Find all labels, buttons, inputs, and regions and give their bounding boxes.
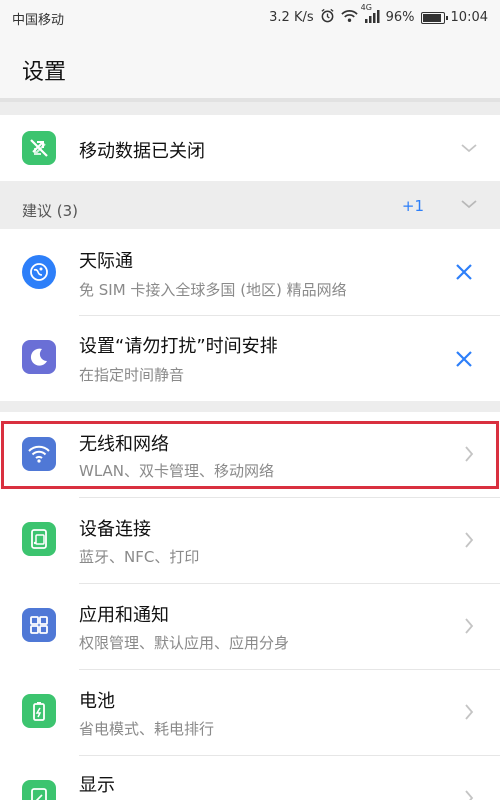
settings-item-apps[interactable]: 应用和通知 权限管理、默认应用、应用分身 [0, 584, 500, 669]
network-speed: 3.2 K/s [269, 10, 314, 25]
alarm-icon [320, 8, 335, 27]
wifi-status-icon [340, 9, 358, 27]
mobile-data-off-icon [22, 131, 56, 165]
settings-item-display[interactable]: 显示 [0, 756, 500, 800]
mobile-data-label: 移动数据已关闭 [79, 141, 205, 162]
battery-status-icon [420, 11, 448, 24]
clock: 10:04 [450, 10, 488, 25]
settings-item-title: 电池 [79, 691, 115, 712]
battery-icon [22, 694, 56, 728]
suggestion-item[interactable]: 天际通 免 SIM 卡接入全球多国 (地区) 精品网络 [0, 229, 500, 315]
settings-item-title: 显示 [79, 775, 115, 796]
settings-item-subtitle: 省电模式、耗电排行 [79, 720, 215, 738]
battery-fill [422, 13, 441, 22]
header-divider [0, 98, 500, 102]
mobile-data-card[interactable]: 移动数据已关闭 [0, 115, 500, 181]
network-type-label: 4G [360, 2, 372, 12]
globe-roaming-icon [22, 255, 56, 289]
status-bar: 中国移动 3.2 K/s 4G 96% 10:04 [0, 0, 500, 36]
chevron-down-icon[interactable] [460, 139, 478, 157]
battery-percent: 96% [385, 10, 415, 25]
settings-item-battery[interactable]: 电池 省电模式、耗电排行 [0, 670, 500, 755]
settings-item-title: 设备连接 [79, 519, 151, 540]
settings-item-subtitle: 蓝牙、NFC、打印 [79, 548, 200, 566]
chevron-right-icon [465, 790, 474, 800]
chevron-down-icon[interactable] [460, 195, 478, 213]
suggestions-card: 天际通 免 SIM 卡接入全球多国 (地区) 精品网络 设置“请勿打扰”时间安排… [0, 229, 500, 401]
status-icons: 3.2 K/s 4G 96% 10:04 [269, 3, 488, 27]
suggestion-subtitle: 免 SIM 卡接入全球多国 (地区) 精品网络 [79, 281, 347, 299]
settings-item-device-connection[interactable]: 设备连接 蓝牙、NFC、打印 [0, 498, 500, 583]
settings-item-title: 应用和通知 [79, 605, 169, 626]
chevron-right-icon [465, 618, 474, 634]
close-icon[interactable] [454, 262, 474, 282]
display-icon [22, 780, 56, 800]
suggestion-title: 天际通 [79, 251, 133, 272]
highlight-box [1, 421, 499, 489]
suggestions-count-badge: +1 [401, 197, 424, 215]
device-connection-icon [22, 522, 56, 556]
suggestions-label: 建议 (3) [22, 202, 79, 220]
signal-icon: 4G [361, 3, 380, 27]
apps-grid-icon [22, 608, 56, 642]
suggestion-subtitle: 在指定时间静音 [79, 366, 185, 384]
moon-icon [22, 340, 56, 374]
carrier-name: 中国移动 [12, 13, 65, 28]
settings-item-subtitle: 权限管理、默认应用、应用分身 [79, 634, 290, 652]
chevron-right-icon [465, 532, 474, 548]
close-icon[interactable] [454, 349, 474, 369]
page-title: 设置 [22, 60, 67, 85]
suggestion-title: 设置“请勿打扰”时间安排 [79, 336, 278, 357]
page-header: 设置 [0, 36, 500, 98]
suggestion-item[interactable]: 设置“请勿打扰”时间安排 在指定时间静音 [0, 316, 500, 401]
suggestions-header[interactable]: 建议 (3) +1 [0, 181, 500, 229]
chevron-right-icon [465, 704, 474, 720]
